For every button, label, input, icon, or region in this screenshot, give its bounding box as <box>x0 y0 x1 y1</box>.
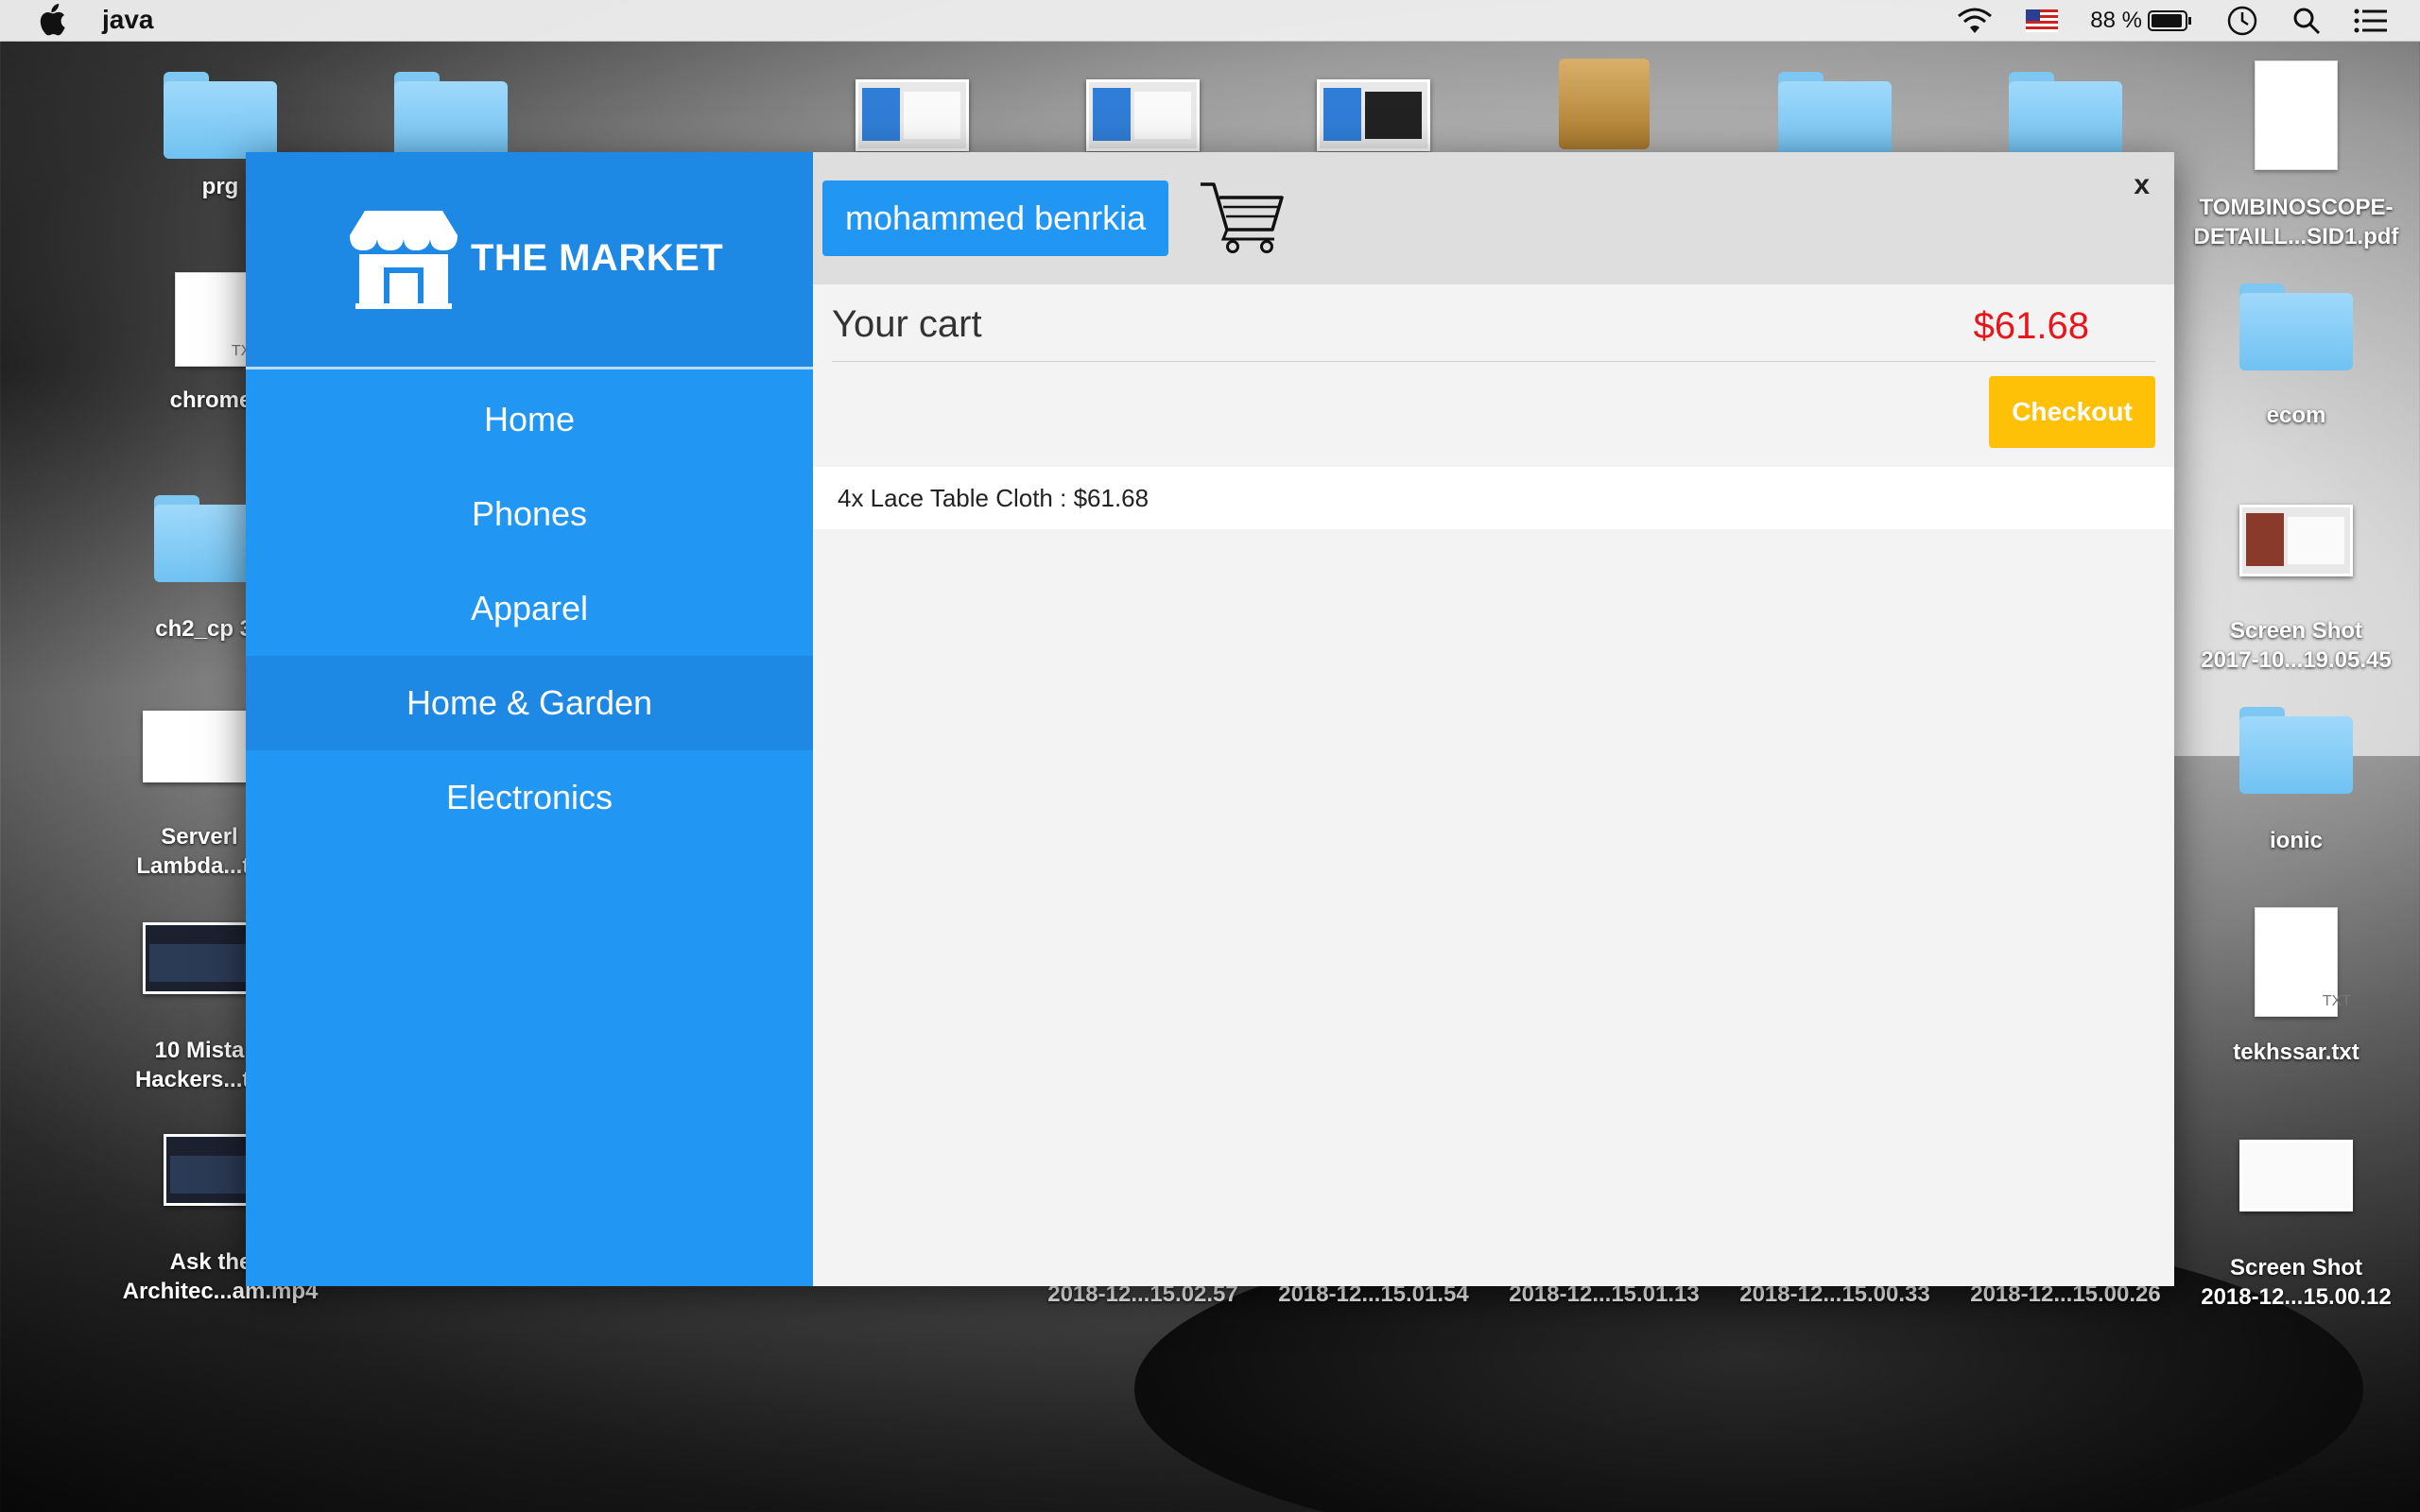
video-thumbnail-icon <box>143 922 256 994</box>
nav-item-electronics[interactable]: Electronics <box>246 750 813 845</box>
desktop-icon[interactable] <box>342 72 560 159</box>
desktop-icon-label: ecom <box>2266 403 2326 428</box>
shopping-cart-icon[interactable] <box>1199 180 1284 254</box>
user-button[interactable]: mohammed benrkia <box>822 180 1169 256</box>
wifi-icon[interactable] <box>1956 7 1994 35</box>
archive-icon <box>1559 59 1650 149</box>
desktop-icon[interactable]: TOMBINOSCOPE- DETAILL...SID1.pdf <box>2187 60 2405 251</box>
screenshot-thumbnail-icon <box>2239 505 2353 576</box>
file-thumbnail-icon <box>143 711 256 782</box>
folder-icon <box>2009 72 2122 159</box>
screenshot-thumbnail-icon <box>856 79 969 151</box>
close-button[interactable]: x <box>2134 169 2150 201</box>
desktop-icon[interactable] <box>1265 79 1482 151</box>
desktop-icon[interactable]: ionic <box>2187 707 2405 855</box>
desktop-icon-label: Screen Shot 2018-12...15.00.12 <box>2201 1255 2392 1310</box>
desktop-icon[interactable]: Screen Shot 2018-12...15.00.12 <box>2187 1140 2405 1312</box>
screenshot-thumbnail-icon <box>2239 1140 2353 1211</box>
folder-icon <box>164 72 277 159</box>
desktop-icon[interactable] <box>804 79 1021 151</box>
desktop-icon-label: Screen Shot 2017-10...19.05.45 <box>2201 618 2392 673</box>
folder-icon <box>1778 72 1892 159</box>
cart-header: Your cart $61.68 <box>832 303 2155 362</box>
cart-title: Your cart <box>832 303 982 345</box>
category-nav: Home Phones Apparel Home & Garden Electr… <box>246 372 813 845</box>
desktop-icon[interactable] <box>1726 72 1944 159</box>
list-icon[interactable] <box>2354 8 2388 34</box>
market-app-window: THE MARKET Home Phones Apparel Home & Ga… <box>246 152 2174 1286</box>
battery-icon[interactable] <box>2148 9 2193 32</box>
nav-item-phones[interactable]: Phones <box>246 467 813 561</box>
active-app-name[interactable]: java <box>102 5 154 35</box>
desktop-icon[interactable] <box>1957 72 2174 159</box>
screenshot-thumbnail-icon <box>1317 79 1430 151</box>
screenshot-thumbnail-icon <box>1086 79 1200 151</box>
desktop-icon[interactable] <box>1034 79 1252 151</box>
apple-icon[interactable] <box>36 4 66 36</box>
search-icon[interactable] <box>2291 6 2322 36</box>
brand-header: THE MARKET <box>246 152 813 369</box>
time-machine-icon[interactable] <box>2225 4 2259 38</box>
status-area: 88 % <box>1956 0 2420 42</box>
flag-icon[interactable] <box>2026 9 2059 32</box>
main-panel: mohammed benrkia x Your cart $61.68 Chec… <box>813 152 2174 1286</box>
sidebar: THE MARKET Home Phones Apparel Home & Ga… <box>246 152 813 1286</box>
text-file-icon: TXT <box>175 272 260 367</box>
nav-item-apparel[interactable]: Apparel <box>246 561 813 656</box>
cart-total: $61.68 <box>1973 305 2089 347</box>
menu-bar: java 88 % <box>0 0 2420 42</box>
top-bar: mohammed benrkia x <box>813 152 2174 284</box>
brand-title: THE MARKET <box>471 237 724 279</box>
desktop-icon[interactable] <box>1495 59 1713 149</box>
desktop-icon-label: ionic <box>2269 828 2323 853</box>
nav-item-home-and-garden[interactable]: Home & Garden <box>246 656 813 750</box>
folder-icon <box>2239 284 2353 370</box>
desktop-icon[interactable]: TXT tekhssar.txt <box>2187 907 2405 1067</box>
desktop-icon-label: TOMBINOSCOPE- DETAILL...SID1.pdf <box>2193 195 2399 249</box>
battery-percent: 88 % <box>2090 8 2142 33</box>
nav-item-home[interactable]: Home <box>246 372 813 467</box>
pdf-file-icon <box>2255 60 2338 170</box>
cart-items-list: 4x Lace Table Cloth : $61.68 <box>813 467 2174 529</box>
folder-icon <box>394 72 508 159</box>
store-icon <box>350 211 458 309</box>
checkout-button[interactable]: Checkout <box>1989 376 2155 448</box>
desktop-icon[interactable]: ecom <box>2187 284 2405 430</box>
cart-item: 4x Lace Table Cloth : $61.68 <box>813 467 2174 529</box>
desktop-icon-label: tekhssar.txt <box>2233 1040 2360 1065</box>
desktop-icon[interactable]: Screen Shot 2017-10...19.05.45 <box>2187 505 2405 675</box>
folder-icon <box>2239 707 2353 794</box>
text-file-icon: TXT <box>2255 907 2351 1017</box>
